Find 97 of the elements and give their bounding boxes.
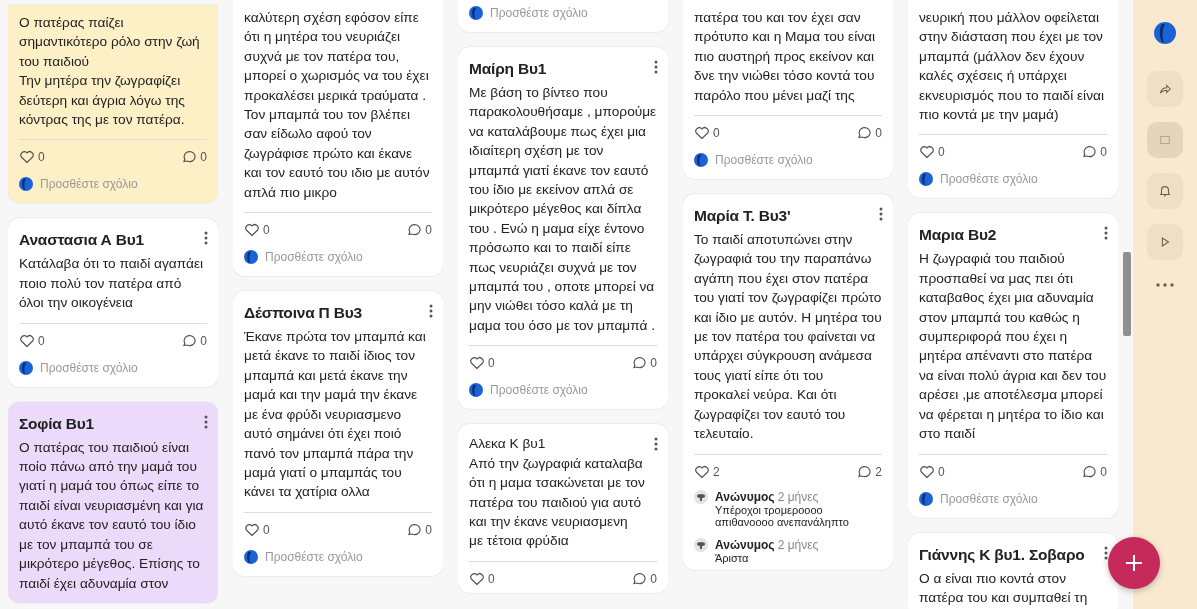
post-title: Μαίρη Βυ1: [469, 59, 547, 79]
post-title: Γιάννης Κ βυ1. Σοβαρο: [919, 544, 1085, 565]
post-text: Κατάλαβα ότι το παιδί αγαπάει ποιο πολύ τον πατέρα από όλοι την οικογένεια: [19, 255, 205, 313]
add-comment-field[interactable]: Προσθέστε σχόλιο: [715, 153, 813, 168]
comment-count: 0: [425, 223, 432, 238]
more-options-icon[interactable]: [654, 60, 658, 74]
comment-count: 0: [1100, 145, 1107, 160]
comment-icon[interactable]: [181, 332, 198, 349]
like-count: 0: [713, 126, 720, 141]
post-text: πατέρα του και τον έχει σαν πρότυπο και η Μαμα του είναι πιο αυστηρή προς εκείνον και δνε την νιώθει τόσο κοντά του παρόλο που μένει μαζί της: [694, 9, 877, 105]
heart-icon[interactable]: [469, 355, 485, 372]
heart-icon[interactable]: [919, 144, 935, 161]
post-title: Μαρια Βυ2: [919, 225, 997, 246]
post-text: Με βάση το βίντεο που παρακολουθήσαμε , μπορούμε να καταλάβουμε πως έχει μια ιδιαίτερη σχέση με τον μπαμπά γιατί έκανε τον εαυτό του ίδιο με εκείνον απλά σε μικρότερο μέγεθος και δίπλα του . Ενώ η μαμα είχε έντονο πρόσωπο και το παιδί είπε πως νευριάζει συχνά με τον μπαμπά του , οποτε μπορεί να μην νιώθει τόσο καλά με τη μαμα του όσο με τον μπαμπά .: [469, 84, 657, 335]
comment-count: 0: [425, 522, 432, 537]
comment-text: Άριστα: [715, 551, 749, 564]
more-options-icon[interactable]: [1104, 226, 1108, 241]
heart-icon[interactable]: [919, 463, 935, 480]
avatar-icon: [919, 172, 933, 187]
more-options-icon[interactable]: [429, 304, 433, 319]
post-text: Το παιδί αποτυπώνει στην ζωγραφιά του την παραπάνω αγάπη που έχει στον πατέρα του γιατί τον ζωγραφίζει πρώτο και ίδιο με αυτόν. Η μητέρα του με τον πατέρα του φαίνεται να υπάρχει σύγκρουση ανάμεσα τους γιατί είπε ότι του προκαλεί νεύρα. Και ότι ζωγραφίζει τον εαυτό του τελευταίο.: [694, 231, 882, 444]
add-comment-field[interactable]: Προσθέστε σχόλιο: [265, 250, 363, 265]
comment-count: 0: [200, 150, 207, 165]
more-options-icon[interactable]: [879, 207, 883, 222]
like-count: 0: [38, 150, 45, 165]
notifications-button[interactable]: [1147, 173, 1183, 209]
more-options-icon[interactable]: [204, 414, 208, 429]
add-comment-field[interactable]: Προσθέστε σχόλιο: [490, 6, 588, 20]
avatar-icon: [19, 177, 33, 192]
comment-icon[interactable]: [1081, 463, 1098, 480]
more-options-icon[interactable]: [1104, 545, 1108, 560]
post-text: Ο α είναι πιο κοντά στον πατέρα του και συμπαθεί τη: [919, 569, 1089, 607]
add-comment-field[interactable]: Προσθέστε σχόλιο: [940, 172, 1038, 187]
post-title: Αναστασια Α Βυ1: [19, 230, 144, 251]
post-title: Μαρία Τ. Βυ3': [694, 206, 791, 227]
bell-icon: [1158, 184, 1172, 198]
post-text: Ο πατέρας του παιδιού είναι ποίο πάνω από την μαμά του γιατί η μαμά του όπως είπε το παιδί είναι νευριασμένη και για αυτό έκανε τον εαυτό του ίδιο με τον μπαμπά του σε μικρότερο μέγεθος. Επίσης το παιδί έχει αδυναμία στον: [19, 438, 205, 593]
comment-author: Ανώνυμος: [715, 537, 775, 552]
heart-icon[interactable]: [19, 332, 35, 349]
comment-count: 0: [650, 356, 657, 371]
add-post-button[interactable]: [1108, 537, 1160, 589]
like-count: 0: [938, 145, 945, 160]
like-count: 0: [263, 522, 270, 537]
post-text: Η ζωγραφιά του παιδιού προσπαθεί να μας πει ότι καταβαθος έχει μια αδυναμία στον μπαμπά του καθώς η συμπεριφορά που έχει η μητέρα απέναντι στο πατέρα να είναι πολύ άγρια και δεν του αρέσει ,με αποτέλεσμα μπορεί να φέρεται η μητέρα το ίδιο και στο παιδί: [919, 250, 1107, 444]
avatar-icon: [694, 153, 708, 168]
avatar-icon: [919, 491, 933, 506]
avatar-icon: [469, 6, 483, 20]
heart-icon[interactable]: [469, 570, 485, 587]
user-avatar-icon[interactable]: [1154, 22, 1176, 44]
comment-time: 2 μήνες: [777, 537, 819, 552]
like-count: 0: [488, 356, 495, 371]
add-comment-field[interactable]: Προσθέστε σχόλιο: [40, 360, 138, 375]
anonymous-avatar-icon: [694, 489, 708, 504]
comment-count: 2: [875, 464, 882, 479]
comment-count: 0: [875, 126, 882, 141]
comment-author: Ανώνυμος: [715, 489, 775, 504]
more-options-icon[interactable]: [204, 231, 208, 246]
avatar-icon: [469, 383, 483, 398]
add-comment-field[interactable]: Προσθέστε σχόλιο: [40, 177, 138, 192]
more-options-icon[interactable]: [654, 437, 658, 452]
post-title: Δέσποινα Π Βυ3: [244, 303, 362, 324]
plus-icon: [1124, 553, 1144, 573]
post-text: καλύτερη σχέση εφόσον είπε ότι η μητέρα του νευριάζει συχνά με τον πατέρα του, μπορεί ο χωρισμός να του έχει προκαλέσει μερικά τραύματα . Τον μπαμπά του τον βλέπει σαν είδωλο αφού τον ζωγράφισε πρώτο και έκανε και τον εαυτό του ιδιο με αυτόν απλά πιο μικρο: [244, 9, 431, 202]
comment-icon[interactable]: [631, 570, 648, 587]
comment-icon[interactable]: [856, 463, 873, 480]
avatar-icon: [244, 549, 258, 564]
comment-count: 0: [1100, 464, 1107, 479]
post-title: Σοφία Βυ1: [19, 413, 95, 434]
scrollbar[interactable]: [1123, 252, 1131, 336]
avatar-icon: [19, 360, 33, 375]
square-icon: [1158, 133, 1172, 147]
heart-icon[interactable]: [694, 463, 710, 480]
comment-time: 2 μήνες: [777, 489, 819, 504]
anonymous-avatar-icon: [694, 537, 708, 552]
post-text: Αλεκα Κ βυ1 Από την ζωγραφιά καταλαβα ότι η μαμα τσακώνεται με τον πατέρα του παιδιού για αυτό και την έκανε νευριασμενη με τέτοια φρύδια: [469, 435, 645, 551]
more-icon[interactable]: [1156, 283, 1174, 287]
comment-icon[interactable]: [406, 521, 423, 538]
heart-icon[interactable]: [694, 125, 710, 142]
heart-icon[interactable]: [244, 521, 260, 538]
heart-icon[interactable]: [244, 222, 260, 239]
add-comment-field[interactable]: Προσθέστε σχόλιο: [940, 491, 1038, 506]
post-text: νευρική που μάλλον οφείλεται στην διάσταση που έχει με τον μπαμπά (μάλλον δεν έχουν καλές σχέσεις ή υπάρχει εκνευρισμός που το παιδί είναι πιο κοντά με την μαμά): [919, 9, 1105, 125]
comment-text: Υπέροχοι τρομεροοοο απιθανοοοο ανεπανάληπτο: [715, 503, 850, 528]
post-text: Έκανε πρώτα τον μπαμπά και μετά έκανε το παιδί ίδιος τον μπαμπά και μετά έκανε την μαμά και την μαμά την έκανε με ένα φρύδι νευριασμενο αυτό σημάνει ότι έχει ποιό πανό τον μπαμπά πάρα την μαμά γιατί ο μπαμπάς του κάνει τα χατίρια ολλα: [244, 328, 427, 502]
post-text: Ο πατέρας παίζει σημαντικότερο ρόλο στην ζωή του παιδιού Την μητέρα την ζωγραφίζει δεύτερη και άγρια λόγω της κόντρας της με τον πατέρα.: [19, 14, 201, 130]
add-comment-field[interactable]: Προσθέστε σχόλιο: [490, 383, 588, 398]
comment-count: 0: [650, 571, 657, 586]
like-count: 0: [938, 464, 945, 479]
like-count: 0: [38, 333, 45, 348]
like-count: 0: [263, 223, 270, 238]
add-comment-field[interactable]: Προσθέστε σχόλιο: [265, 549, 363, 564]
heart-icon[interactable]: [19, 149, 35, 166]
like-count: 0: [488, 571, 495, 586]
avatar-icon: [244, 250, 258, 265]
like-count: 2: [713, 464, 720, 479]
share-arrow-icon: [1158, 82, 1172, 96]
comment-count: 0: [200, 333, 207, 348]
